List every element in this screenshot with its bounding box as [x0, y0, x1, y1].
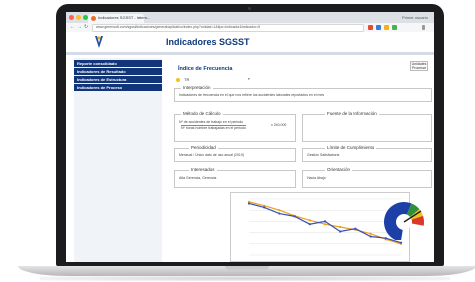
logo-icon	[95, 36, 103, 48]
series-1-point	[293, 215, 296, 218]
series-1-point	[354, 227, 357, 230]
laptop-base	[18, 266, 475, 276]
orientacion-text: Hacia Abajo	[307, 176, 326, 180]
series-0-point	[323, 223, 327, 226]
interesados-panel: Interesados Alta Gerencia, Gerencia	[174, 167, 296, 188]
series-1-point	[263, 206, 266, 209]
browser-tab[interactable]: Indicadores SGSST - Intern... ×	[88, 14, 150, 23]
periodicidad-panel: Periodicidad Mensual / Único dato de uso…	[174, 145, 296, 162]
menu-icon[interactable]	[422, 25, 425, 30]
series-1-point	[399, 241, 403, 244]
status-dot-icon	[176, 78, 180, 82]
metodo-panel: Método de Cálculo Nº de accidentes de tr…	[174, 111, 296, 142]
sidebar-item-proceso[interactable]: Indicadores de Proceso	[74, 84, 162, 91]
limite-legend: Límite de Cumplimiento	[325, 145, 377, 150]
fuente-legend: Fuente de la Información	[325, 111, 379, 116]
metodo-factor: x 240.000	[271, 123, 287, 127]
limite-panel: Límite de Cumplimiento Gestión Satisfact…	[302, 145, 432, 162]
metodo-line1: Nº de accidentes de trabajo en el period…	[179, 120, 244, 124]
dropdown-chevron-icon[interactable]: ▾	[248, 77, 250, 81]
laptop-shadow	[40, 276, 450, 281]
series-1-point	[308, 223, 311, 226]
favicon-icon	[91, 16, 96, 21]
minimize-window-button[interactable]	[76, 15, 81, 20]
app-header: Indicadores SGSST	[66, 32, 434, 55]
interpretacion-text: Indicadores de frecuencia en el que nos …	[179, 93, 325, 97]
url-text: www.gerensoft.com/sgsst/indicadores/gene…	[96, 25, 261, 29]
sidebar-item-resultado[interactable]: Indicadores de Resultado	[74, 68, 162, 75]
close-window-button[interactable]	[69, 15, 74, 20]
orientacion-legend: Orientación	[325, 167, 353, 172]
browser-tabbar: Indicadores SGSST - Intern... × Primer u…	[66, 12, 434, 23]
series-0-point	[278, 209, 281, 212]
metodo-legend: Método de Cálculo	[181, 111, 223, 116]
series-0-point	[339, 225, 342, 229]
tab-close-icon[interactable]: ×	[138, 15, 140, 20]
sidebar: Reporte consolidado Indicadores de Resul…	[74, 58, 162, 262]
periodicidad-text: Mensual / Único dato de uso anual (2019)	[179, 153, 244, 157]
orientacion-panel: Orientación Hacia Abajo	[302, 167, 432, 188]
page-title: Índice de Frecuencia	[178, 66, 233, 72]
series-1-point	[247, 202, 251, 205]
back-icon[interactable]: ←	[70, 24, 75, 30]
address-bar[interactable]: www.gerensoft.com/sgsst/indicadores/gene…	[92, 24, 364, 32]
extension-icon[interactable]	[384, 25, 389, 30]
laptop-notch	[225, 266, 269, 270]
forward-icon[interactable]: →	[77, 24, 82, 30]
laptop-lid: Indicadores SGSST - Intern... × Primer u…	[56, 4, 444, 266]
webcam	[248, 7, 251, 10]
sidebar-item-estructura[interactable]: Indicadores de Estructura	[74, 76, 162, 83]
series-1-point	[339, 230, 342, 233]
extension-icon[interactable]	[376, 25, 381, 30]
limite-text: Gestión Satisfactoria	[307, 153, 340, 157]
fuente-panel: Fuente de la Información	[302, 111, 432, 142]
metodo-line2: Nº horas hombre trabajadas en el periodo	[181, 125, 246, 130]
process-units-button[interactable]: Unidades Procesar	[410, 61, 428, 71]
interesados-legend: Interesados	[189, 167, 217, 172]
laptop-screen: Indicadores SGSST - Intern... × Primer u…	[66, 12, 434, 262]
interpretacion-panel: Interpretación Indicadores de frecuencia…	[174, 85, 432, 102]
series-1-point	[369, 235, 372, 238]
profile-chip[interactable]: Primer usuario	[402, 15, 428, 20]
reload-icon[interactable]: ↻	[84, 24, 88, 30]
compliance-gauge	[384, 202, 424, 240]
extension-icon[interactable]	[392, 25, 397, 30]
interesados-text: Alta Gerencia, Gerencia	[179, 176, 217, 180]
extension-icon[interactable]	[368, 25, 373, 30]
app-title: Indicadores SGSST	[166, 37, 250, 47]
series-1-point	[323, 220, 327, 223]
interpretacion-legend: Interpretación	[181, 85, 213, 90]
series-0-point	[308, 219, 311, 222]
tab-title: Indicadores SGSST - Intern...	[98, 15, 151, 20]
sidebar-item-reporte[interactable]: Reporte consolidado	[74, 60, 162, 67]
series-1-point	[278, 212, 281, 215]
periodicidad-legend: Periodicidad	[189, 145, 218, 150]
unit-selector[interactable]: TR	[184, 77, 189, 82]
series-0-point	[369, 232, 372, 235]
